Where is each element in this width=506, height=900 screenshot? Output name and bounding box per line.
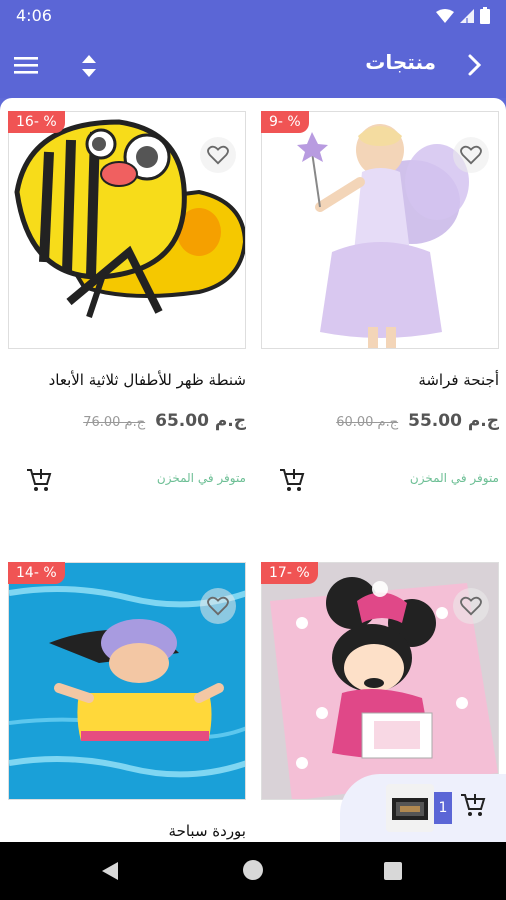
old-price: 60.00 ج.م <box>336 415 399 430</box>
discount-badge: 17- % <box>261 562 318 584</box>
chevron-right-icon <box>468 54 482 76</box>
add-cart-icon <box>461 794 486 816</box>
product-name[interactable]: بوردة سباحة <box>169 822 246 840</box>
cart-button[interactable] <box>460 792 488 820</box>
back-triangle-icon <box>102 862 118 880</box>
nav-recents-button[interactable] <box>384 862 402 880</box>
favorite-button[interactable] <box>453 137 489 173</box>
hamburger-icon <box>14 57 38 74</box>
add-cart-icon <box>280 469 305 491</box>
signal-icon <box>460 8 474 23</box>
nav-home-button[interactable] <box>243 860 263 880</box>
discount-badge: 16- % <box>8 111 65 133</box>
product-name[interactable]: أجنحة فراشة <box>418 371 499 389</box>
heart-icon <box>460 596 482 616</box>
discount-badge: 9- % <box>261 111 309 133</box>
sort-icon <box>82 55 96 77</box>
add-to-cart-button[interactable] <box>26 467 52 493</box>
heart-icon <box>207 596 229 616</box>
wifi-icon <box>436 8 454 23</box>
cart-count-badge: 1 <box>434 792 452 824</box>
favorite-button[interactable] <box>200 137 236 173</box>
add-cart-icon <box>27 469 52 491</box>
page-title: منتجات <box>365 50 436 74</box>
old-price: 76.00 ج.م <box>83 415 146 430</box>
favorite-button[interactable] <box>200 588 236 624</box>
status-bar: 4:06 <box>0 0 506 32</box>
stock-status: متوفر في المخزن <box>156 471 246 485</box>
status-time: 4:06 <box>16 6 52 25</box>
status-icons <box>436 7 490 24</box>
cart-item-thumbnail <box>386 784 434 832</box>
product-name[interactable]: شنطة ظهر للأطفال ثلاثية الأبعاد <box>49 371 246 389</box>
price-row: 60.00 ج.م ج.م 55.00 <box>336 411 499 431</box>
menu-button[interactable] <box>14 50 46 80</box>
nav-back-button[interactable] <box>100 860 120 886</box>
price-row: 76.00 ج.م ج.م 65.00 <box>83 411 246 431</box>
cart-item-image <box>386 784 434 832</box>
stock-status: متوفر في المخزن <box>409 471 499 485</box>
system-nav-bar <box>0 842 506 900</box>
favorite-button[interactable] <box>453 588 489 624</box>
heart-icon <box>207 145 229 165</box>
add-to-cart-button[interactable] <box>279 467 305 493</box>
back-button[interactable] <box>458 48 492 82</box>
heart-icon <box>460 145 482 165</box>
price: ج.م 55.00 <box>408 411 499 431</box>
price: ج.م 65.00 <box>155 411 246 431</box>
discount-badge: 14- % <box>8 562 65 584</box>
product-grid: 9- % أجنحة فراشة 60.00 ج.م ج.م 55.00 متو… <box>0 98 506 842</box>
battery-icon <box>480 7 490 24</box>
sort-button[interactable] <box>76 52 102 80</box>
floating-cart[interactable]: 1 <box>340 774 506 842</box>
app-bar: منتجات <box>0 32 506 98</box>
